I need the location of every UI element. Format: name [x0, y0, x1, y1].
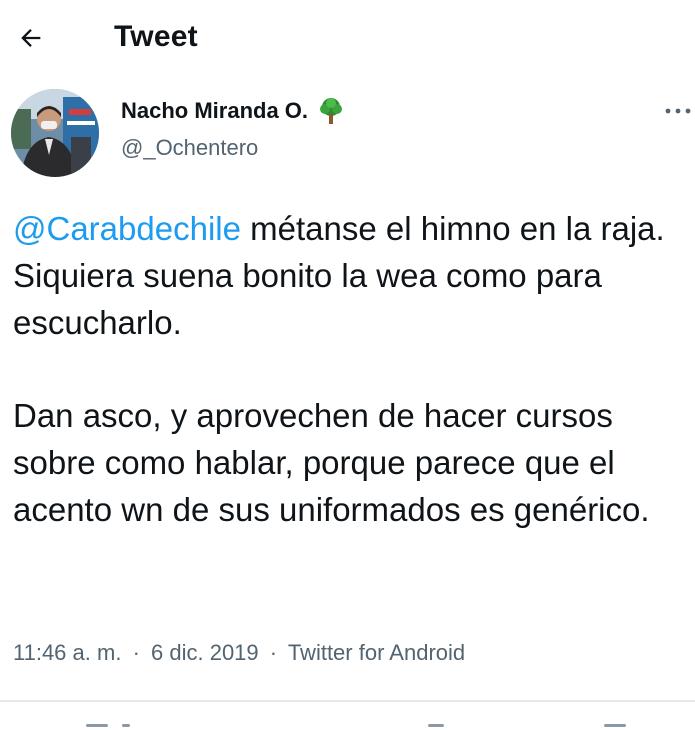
- tweet-source[interactable]: Twitter for Android: [288, 640, 465, 665]
- partial-stat: [428, 724, 444, 727]
- avatar-photo: [11, 89, 99, 177]
- tweet-meta: 11:46 a. m. · 6 dic. 2019 · Twitter for …: [13, 640, 465, 666]
- more-horizontal-icon[interactable]: [664, 104, 692, 118]
- arrow-left-icon[interactable]: [17, 24, 45, 52]
- tweet-paragraph-2: Dan asco, y aprovechen de hacer cursos s…: [13, 397, 650, 528]
- mention-link[interactable]: @Carabdechile: [13, 210, 241, 247]
- meta-separator: ·: [269, 640, 278, 665]
- partial-stat: [122, 724, 130, 727]
- avatar[interactable]: [11, 89, 99, 177]
- author-name-row: Nacho Miranda O.: [121, 96, 346, 126]
- tree-icon: [320, 98, 343, 124]
- page-title: Tweet: [114, 20, 198, 53]
- partial-stat: [86, 724, 108, 727]
- partial-stat: [604, 724, 626, 727]
- tweet-text: @Carabdechile métanse el himno en la raj…: [13, 205, 688, 533]
- meta-separator: ·: [132, 640, 140, 665]
- tweet-date[interactable]: 6 dic. 2019: [151, 640, 259, 665]
- tweet-paragraph-1: @Carabdechile métanse el himno en la raj…: [13, 205, 688, 346]
- tweet-header: Tweet: [0, 0, 695, 78]
- author-name[interactable]: Nacho Miranda O.: [121, 98, 308, 124]
- tweet-time[interactable]: 11:46 a. m.: [13, 640, 121, 665]
- tweet-stats-bar-partial: [0, 704, 695, 730]
- divider: [0, 700, 695, 702]
- author-handle[interactable]: @_Ochentero: [121, 135, 258, 161]
